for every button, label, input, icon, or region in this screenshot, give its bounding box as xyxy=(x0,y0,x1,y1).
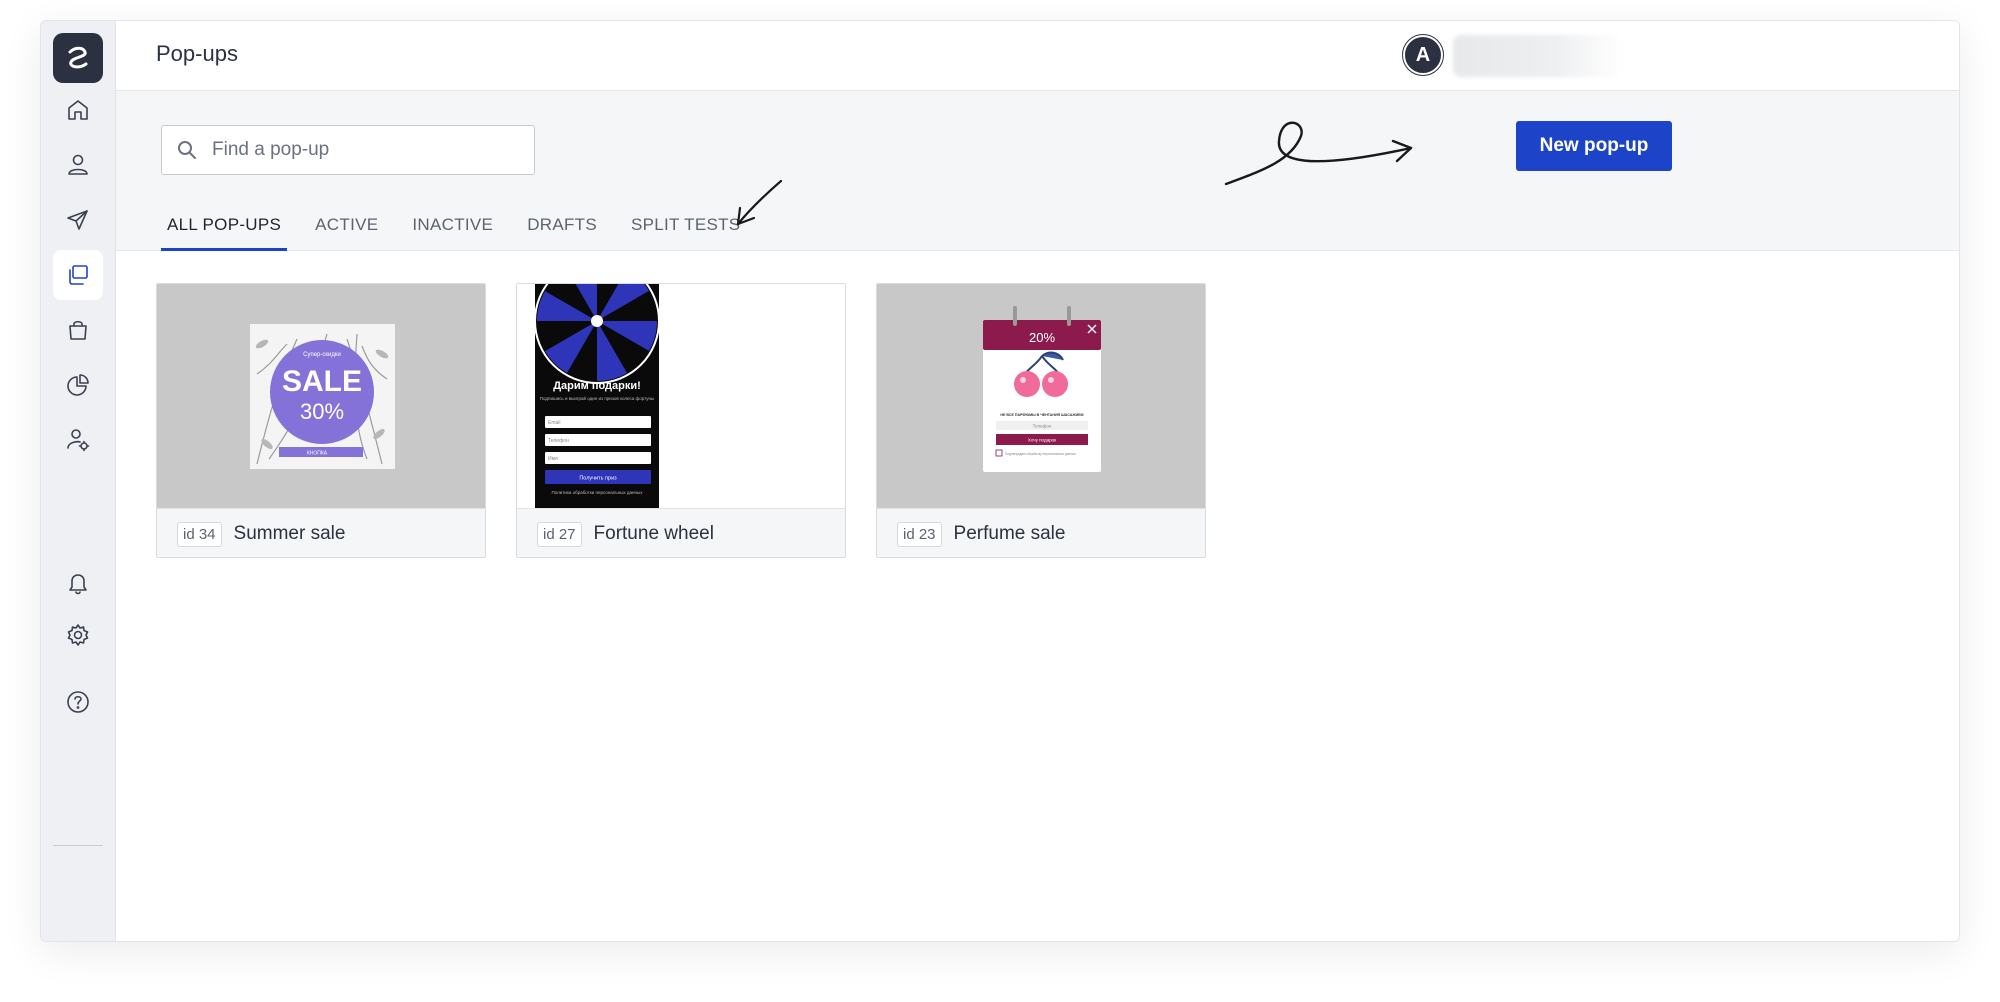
popups-icon xyxy=(69,265,88,285)
send-icon xyxy=(67,210,88,230)
logo-icon xyxy=(68,46,88,69)
popup-preview: Супер-скидки SALE 30% КНОПКА xyxy=(157,284,485,508)
search-box xyxy=(161,125,535,175)
wheel-heading: Дарим подарки! xyxy=(553,380,641,392)
wheel-field-phone: Телефон xyxy=(548,438,569,444)
popup-name: Perfume sale xyxy=(953,523,1066,544)
sidebar xyxy=(41,21,116,941)
popup-preview: 20% НЕ ВСЕ ПАРФЮМЫ В ЧЕНТАНИЯ ШАСАЖИЕМ Т… xyxy=(877,284,1205,508)
sidebar-divider xyxy=(53,845,103,846)
card-footer: id 34 Summer sale xyxy=(157,508,485,557)
wheel-footer: Политика обработки персональных данных xyxy=(551,490,643,495)
fortune-wheel-preview: Дарим подарки! Подпишись и выиграй один … xyxy=(534,284,660,508)
search-icon xyxy=(178,141,196,159)
page-title: Pop-ups xyxy=(156,41,238,66)
annotation-arrow-new-popup xyxy=(1224,121,1413,186)
popup-card[interactable]: 20% НЕ ВСЕ ПАРФЮМЫ В ЧЕНТАНИЯ ШАСАЖИЕМ Т… xyxy=(876,283,1206,558)
sidebar-item-help[interactable] xyxy=(53,677,103,727)
pie-chart-icon xyxy=(67,374,89,396)
tab-split-tests[interactable]: SPLIT TESTS xyxy=(625,199,746,251)
card-footer: id 27 Fortune wheel xyxy=(517,508,845,557)
popup-grid: Супер-скидки SALE 30% КНОПКА id 34 Summe… xyxy=(156,283,1206,558)
summer-big-text: SALE xyxy=(282,365,362,398)
id-badge: id 34 xyxy=(177,521,222,547)
perfume-sale-preview: 20% НЕ ВСЕ ПАРФЮМЫ В ЧЕНТАНИЯ ШАСАЖИЕМ Т… xyxy=(983,306,1101,472)
search-input[interactable] xyxy=(212,139,512,161)
popup-name: Summer sale xyxy=(233,523,346,544)
wheel-field-email: Email xyxy=(548,420,561,426)
sidebar-item-notifications[interactable] xyxy=(53,558,103,608)
app-window: Pop-ups A New pop-up ALL POP-UPS ACTIVE … xyxy=(40,20,1960,942)
sidebar-item-user-settings[interactable] xyxy=(53,415,103,465)
wheel-subtext: Подпишись и выиграй один из призов колес… xyxy=(540,395,654,401)
card-footer: id 23 Perfume sale xyxy=(877,508,1205,557)
toolbar: New pop-up ALL POP-UPS ACTIVE INACTIVE D… xyxy=(116,91,1959,251)
user-name-blurred[interactable] xyxy=(1453,35,1623,77)
bag-icon xyxy=(69,320,87,340)
home-icon xyxy=(68,100,88,120)
sidebar-item-home[interactable] xyxy=(53,85,103,135)
tab-all-popups[interactable]: ALL POP-UPS xyxy=(161,199,288,251)
popup-card[interactable]: Супер-скидки SALE 30% КНОПКА id 34 Summe… xyxy=(156,283,486,558)
sidebar-item-settings[interactable] xyxy=(53,610,103,660)
perfume-button-text: Хочу подарок xyxy=(1028,438,1056,443)
tab-active[interactable]: ACTIVE xyxy=(309,199,384,251)
user-settings-icon xyxy=(67,429,90,452)
popup-preview: Дарим подарки! Подпишись и выиграй один … xyxy=(517,284,845,508)
perfume-percent: 20% xyxy=(1029,330,1055,345)
sidebar-item-campaigns[interactable] xyxy=(53,195,103,245)
help-icon xyxy=(67,691,89,713)
perfume-field: Телефон xyxy=(1033,424,1052,429)
wheel-button-text: Получить приз xyxy=(579,476,617,482)
tab-bar: ALL POP-UPS ACTIVE INACTIVE DRAFTS SPLIT… xyxy=(161,199,768,251)
sidebar-item-products[interactable] xyxy=(53,305,103,355)
sidebar-item-popups[interactable] xyxy=(53,250,103,300)
summer-percent: 30% xyxy=(300,399,344,424)
new-popup-button[interactable]: New pop-up xyxy=(1516,121,1672,171)
tab-drafts[interactable]: DRAFTS xyxy=(521,199,603,251)
id-badge: id 23 xyxy=(897,521,942,547)
id-badge: id 27 xyxy=(537,521,582,547)
sidebar-item-analytics[interactable] xyxy=(53,360,103,410)
wheel-field-name: Имя xyxy=(548,456,558,462)
summer-button-text: КНОПКА xyxy=(307,451,328,457)
app-logo[interactable] xyxy=(53,33,103,83)
bell-icon xyxy=(69,574,87,595)
tab-inactive[interactable]: INACTIVE xyxy=(406,199,499,251)
sidebar-item-contacts[interactable] xyxy=(53,140,103,190)
perfume-consent: Подтверждаю обработку персональных данны… xyxy=(1005,452,1076,456)
perfume-text: НЕ ВСЕ ПАРФЮМЫ В ЧЕНТАНИЯ ШАСАЖИЕМ xyxy=(1000,413,1083,417)
gear-icon xyxy=(67,624,89,646)
summer-small-text: Супер-скидки xyxy=(303,352,341,358)
avatar[interactable]: A xyxy=(1402,34,1444,76)
user-icon xyxy=(68,154,88,175)
popup-card[interactable]: Дарим подарки! Подпишись и выиграй один … xyxy=(516,283,846,558)
summer-sale-preview: Супер-скидки SALE 30% КНОПКА xyxy=(250,324,395,469)
popup-name: Fortune wheel xyxy=(593,523,714,544)
top-bar: Pop-ups A xyxy=(116,21,1959,91)
